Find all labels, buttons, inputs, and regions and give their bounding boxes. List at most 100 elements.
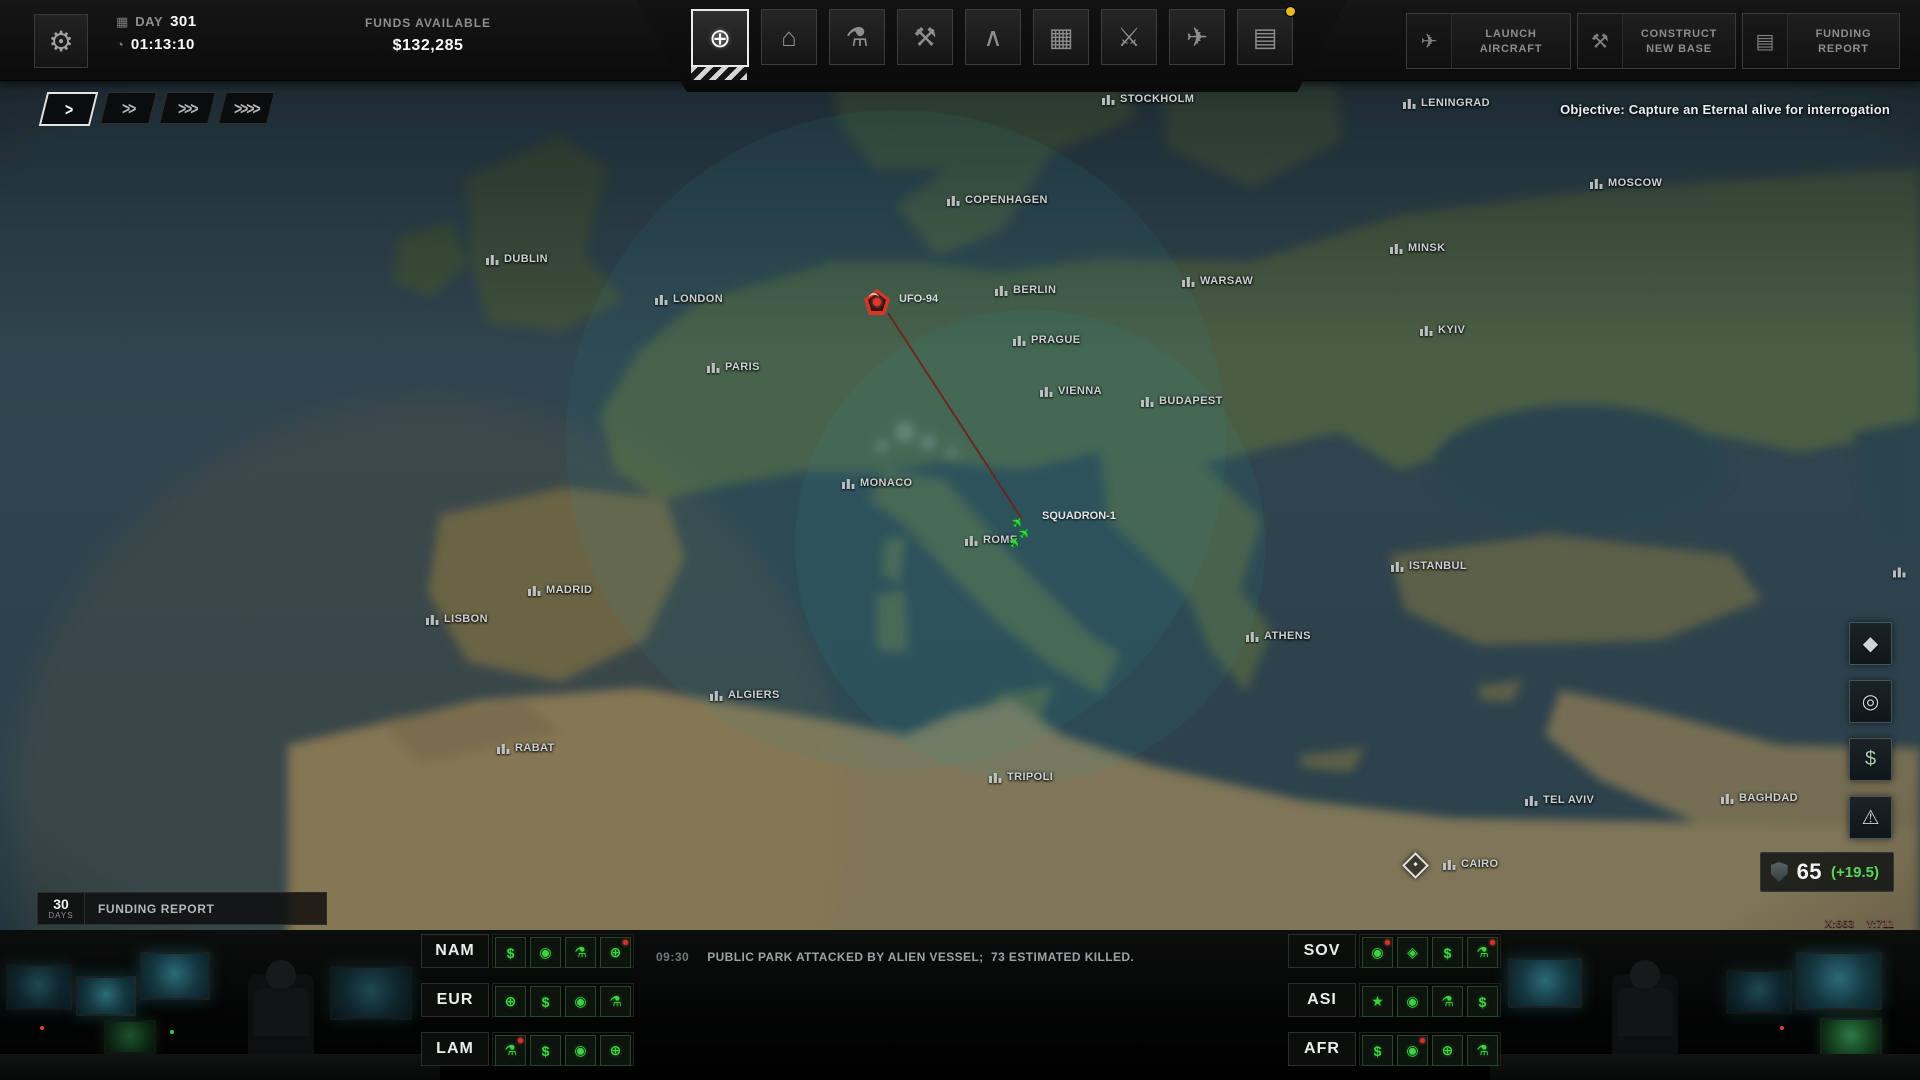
ufo-icon <box>864 289 890 315</box>
region-row-lam: LAM ⚗ $ ◉ ⊕ <box>421 1032 634 1066</box>
city-marker-warsaw[interactable]: WARSAW <box>1182 275 1253 287</box>
settings-button[interactable]: ⚙ <box>34 14 88 68</box>
toolbar-geoscape-button[interactable]: ⊕ <box>691 9 749 80</box>
city-marker-stockholm[interactable]: STOCKHOLM <box>1102 93 1194 105</box>
lam-funding-button[interactable]: $ <box>530 1035 561 1066</box>
lam-relations-button[interactable]: ⊕ <box>600 1035 631 1066</box>
alerts-button[interactable]: ⚠ <box>1849 796 1892 839</box>
city-marker-prague[interactable]: PRAGUE <box>1013 334 1080 346</box>
nam-relations-button[interactable]: ⊕ <box>600 937 631 968</box>
city-marker-rabat[interactable]: RABAT <box>497 742 555 754</box>
city-marker-paris[interactable]: PARIS <box>707 361 760 373</box>
asi-research-button[interactable]: ⚗ <box>1432 986 1463 1017</box>
city-marker-moscow[interactable]: MOSCOW <box>1590 177 1662 189</box>
time-speed-4-button[interactable]: >>>> <box>218 92 275 124</box>
city-marker-tripoli[interactable]: TRIPOLI <box>989 771 1053 783</box>
eur-funding-button[interactable]: $ <box>530 986 561 1017</box>
asi-intel-button[interactable]: ◉ <box>1397 986 1428 1017</box>
toolbar-engineering-button[interactable]: ⚒ <box>897 9 953 65</box>
research-icon: ⚗ <box>1441 993 1454 1009</box>
city-marker-leningrad[interactable]: LENINGRAD <box>1403 97 1490 109</box>
city-icon <box>1390 243 1403 254</box>
toolbar-armory-button[interactable]: ⚔ <box>1101 9 1157 65</box>
nam-intel-button[interactable]: ◉ <box>530 937 561 968</box>
ufo-marker[interactable]: UFO-94 <box>864 289 938 315</box>
region-label-eur[interactable]: EUR <box>421 983 489 1017</box>
city-marker-algiers[interactable]: ALGIERS <box>710 689 780 701</box>
time-speed-1-button[interactable]: > <box>38 92 99 126</box>
city-marker-istanbul[interactable]: ISTANBUL <box>1391 560 1467 572</box>
city-marker-minsk[interactable]: MINSK <box>1390 242 1445 254</box>
funding-report-bar[interactable]: 30 DAYS FUNDING REPORT <box>37 892 327 925</box>
region-label-nam[interactable]: NAM <box>421 934 489 968</box>
city-marker-vienna[interactable]: VIENNA <box>1040 385 1102 397</box>
cash-button[interactable]: $ <box>1849 738 1892 781</box>
city-icon <box>486 254 499 265</box>
toolbar-base-button[interactable]: ⌂ <box>761 9 817 65</box>
launch-aircraft-button[interactable]: ✈ LAUNCH AIRCRAFT <box>1406 13 1571 69</box>
relations-icon: ⊕ <box>1441 1042 1454 1058</box>
city-marker-monaco[interactable]: MONACO <box>842 477 913 489</box>
world-map[interactable]: STOCKHOLMHELSINKILENINGRADMOSCOWMINSKCOP… <box>0 0 1920 1080</box>
city-label: TEL AVIV <box>1543 794 1595 806</box>
toolbar-stores-button[interactable]: ▤ <box>1237 6 1296 65</box>
alien-materials-button[interactable]: ◆ <box>1849 622 1892 665</box>
city-marker-dublin[interactable]: DUBLIN <box>486 253 548 265</box>
city-icon <box>1102 94 1115 105</box>
time-speed-3-button[interactable]: >>> <box>159 92 216 124</box>
alloys-button[interactable]: ◎ <box>1849 680 1892 723</box>
afr-funding-button[interactable]: $ <box>1362 1035 1393 1066</box>
eur-relations-button[interactable]: ⊕ <box>495 986 526 1017</box>
intel-icon: ◉ <box>1406 993 1419 1009</box>
city-marker-berlin[interactable]: BERLIN <box>995 284 1056 296</box>
nam-funding-button[interactable]: $ <box>495 937 526 968</box>
construct-new-base-button[interactable]: ⚒ CONSTRUCT NEW BASE <box>1577 13 1736 69</box>
city-icon <box>989 772 1002 783</box>
intel-icon: ◉ <box>574 993 587 1009</box>
city-marker-copenhagen[interactable]: COPENHAGEN <box>947 194 1048 206</box>
region-icons-lam: ⚗ $ ◉ ⊕ <box>492 1032 634 1066</box>
lam-research-button[interactable]: ⚗ <box>495 1035 526 1066</box>
toolbar-research-button[interactable]: ⚗ <box>829 9 885 65</box>
research-icon: ⚗ <box>574 944 587 960</box>
afr-research-button[interactable]: ⚗ <box>1467 1035 1498 1066</box>
lam-intel-button[interactable]: ◉ <box>565 1035 596 1066</box>
funding-report-button[interactable]: ▤ FUNDING REPORT <box>1742 13 1900 69</box>
sov-research-button[interactable]: ⚗ <box>1467 937 1498 968</box>
operator-silhouette <box>1617 988 1673 1036</box>
city-label: MONACO <box>860 477 913 489</box>
city-label: KYIV <box>1438 324 1466 336</box>
region-label-sov[interactable]: SOV <box>1288 934 1356 968</box>
toolbar-training-button[interactable]: ▦ <box>1033 9 1089 65</box>
eur-research-button[interactable]: ⚗ <box>600 986 631 1017</box>
city-marker-lisbon[interactable]: LISBON <box>426 613 488 625</box>
time-speed-2-button[interactable]: >> <box>100 92 157 124</box>
region-label-lam[interactable]: LAM <box>421 1032 489 1066</box>
eur-intel-button[interactable]: ◉ <box>565 986 596 1017</box>
city-marker-kyiv[interactable]: KYIV <box>1420 324 1465 336</box>
sov-search-button[interactable]: ◈ <box>1397 937 1428 968</box>
city-marker-budapest[interactable]: BUDAPEST <box>1141 395 1223 407</box>
toolbar-aircraft-button[interactable]: ✈ <box>1169 9 1225 65</box>
top-action-buttons: ✈ LAUNCH AIRCRAFT ⚒ CONSTRUCT NEW BASE ▤… <box>1406 13 1900 69</box>
console-screen <box>1820 1018 1882 1056</box>
toolbar-personnel-button[interactable]: ∧ <box>965 9 1021 65</box>
region-label-afr[interactable]: AFR <box>1288 1032 1356 1066</box>
asi-priority-button[interactable]: ★ <box>1362 986 1393 1017</box>
asi-funding-button[interactable]: $ <box>1467 986 1498 1017</box>
afr-relations-button[interactable]: ⊕ <box>1432 1035 1463 1066</box>
city-marker-unlabeled[interactable] <box>1893 567 1911 578</box>
city-marker-tel-aviv[interactable]: TEL AVIV <box>1525 794 1594 806</box>
city-marker-madrid[interactable]: MADRID <box>528 584 592 596</box>
city-marker-athens[interactable]: ATHENS <box>1246 630 1311 642</box>
sov-intel-button[interactable]: ◉ <box>1362 937 1393 968</box>
relations-icon: ⊕ <box>609 1042 622 1058</box>
city-marker-cairo[interactable]: CAIRO <box>1443 858 1498 870</box>
city-marker-london[interactable]: LONDON <box>655 293 723 305</box>
region-label-asi[interactable]: ASI <box>1288 983 1356 1017</box>
city-marker-baghdad[interactable]: BAGHDAD <box>1721 792 1798 804</box>
sov-funding-button[interactable]: $ <box>1432 937 1463 968</box>
city-icon <box>426 614 439 625</box>
afr-intel-button[interactable]: ◉ <box>1397 1035 1428 1066</box>
nam-research-button[interactable]: ⚗ <box>565 937 596 968</box>
